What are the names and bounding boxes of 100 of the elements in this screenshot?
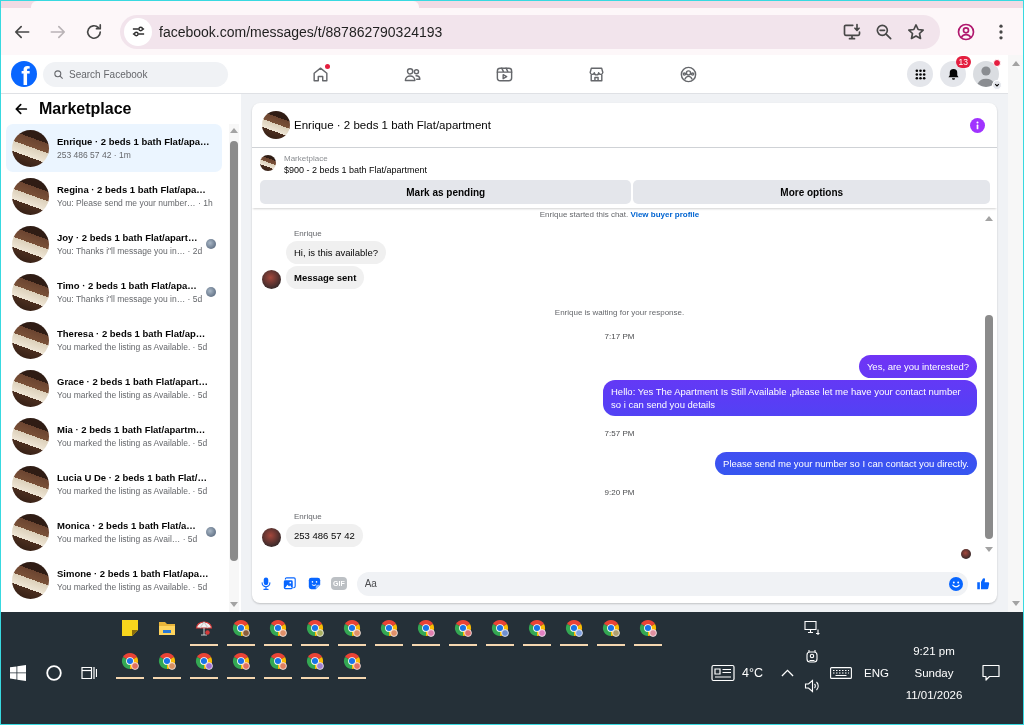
groups-icon[interactable] (678, 64, 698, 84)
scrollbar-thumb[interactable] (985, 315, 993, 539)
browser-icon[interactable] (231, 619, 250, 637)
clock-time[interactable]: 9:21 pm (913, 640, 955, 662)
browser-icon[interactable] (231, 652, 250, 670)
message-input[interactable]: Aa (356, 571, 968, 596)
listing-photo (12, 513, 49, 551)
message-preview: You: Thanks i"ll message you in… · 2d (57, 246, 204, 256)
folder-icon[interactable] (157, 619, 176, 637)
logo[interactable]: f (11, 61, 37, 87)
url-text: facebook.com/messages/t/887862790324193 (159, 23, 444, 40)
conversation-item[interactable]: Timo · 2 beds 1 bath Flat/apa… You: Thanks i"ll message you in… · 5d (6, 268, 222, 316)
conversation-item[interactable]: Enrique · 2 beds 1 bath Flat/apa… 253 486 57 42 · 1m (6, 124, 222, 172)
ring-icon[interactable] (46, 665, 62, 681)
profile-icon[interactable] (956, 21, 976, 42)
action-button[interactable]: More options (633, 180, 990, 204)
star-icon[interactable] (906, 21, 926, 42)
browser-icon[interactable] (379, 619, 398, 637)
video-icon[interactable] (494, 64, 514, 84)
weather-text[interactable]: 4°C (742, 666, 764, 680)
conversation-item[interactable]: Theresa · 2 beds 1 bath Flat/ap… You marked the listing as Available. · 5d (6, 316, 222, 364)
store-icon[interactable] (586, 64, 606, 84)
microphone-icon[interactable] (261, 577, 271, 590)
browser-icon[interactable] (342, 652, 361, 670)
conversation-item[interactable]: Simone · 2 beds 1 bath Flat/apa… You marked the listing as Available. · 5d (6, 556, 222, 604)
speaker-icon[interactable] (804, 678, 821, 694)
avatar[interactable] (262, 528, 281, 547)
start-icon[interactable] (10, 665, 26, 681)
browser-icon[interactable] (305, 619, 324, 637)
conversation-title: Regina · 2 beds 1 bath Flat/apa… (57, 184, 207, 195)
address-bar[interactable]: facebook.com/messages/t/887862790324193 (120, 14, 940, 49)
chevron-up-icon[interactable] (781, 669, 795, 677)
keyboard-icon[interactable] (830, 667, 853, 679)
message-preview: 253 486 57 42 · 1m (57, 150, 132, 160)
browser-icon[interactable] (601, 619, 620, 637)
news-icon[interactable] (711, 664, 736, 682)
browser-icon[interactable] (490, 619, 509, 637)
conversation-title: Joy · 2 beds 1 bath Flat/apart… (57, 232, 199, 243)
action-button[interactable]: Mark as pending (260, 180, 632, 204)
browser-icon[interactable] (453, 619, 472, 637)
view-profile-link[interactable]: View buyer profile (630, 210, 700, 219)
message-preview: You: Please send me your number… · 1h (57, 198, 214, 208)
read-receipt-icon (961, 549, 971, 559)
sticky-note-icon[interactable] (120, 619, 139, 637)
message-preview: You marked the listing as Available. · 5d (57, 390, 209, 400)
language-indicator[interactable]: ENG (864, 667, 889, 679)
clock-date[interactable]: 11/01/2026 (905, 684, 963, 706)
timestamp: 7:17 PM (604, 332, 635, 342)
task-view-icon[interactable] (81, 665, 97, 681)
listing-photo (12, 465, 49, 503)
browser-icon[interactable] (638, 619, 657, 637)
browser-icon[interactable] (416, 619, 435, 637)
apps-button[interactable] (907, 61, 933, 87)
browser-icon[interactable] (305, 652, 324, 670)
browser-icon[interactable] (194, 652, 213, 670)
listing-photo (12, 225, 49, 263)
monitor-download-icon[interactable] (842, 21, 862, 42)
listing-photo (262, 111, 290, 139)
monitor-icon[interactable] (804, 620, 821, 636)
conversation-title: Monica · 2 beds 1 bath Flat/a… (57, 520, 197, 531)
caret-icon[interactable] (992, 80, 1002, 90)
message-bubble: Yes, are you interested? (858, 355, 977, 378)
reload-icon[interactable] (84, 21, 104, 42)
notifications-button[interactable] (940, 61, 966, 87)
browser-icon[interactable] (527, 619, 546, 637)
clock-day[interactable]: Sunday (914, 662, 954, 684)
conversation-item[interactable]: Monica · 2 beds 1 bath Flat/a… You marked the listing as Avail… · 5d (6, 508, 222, 556)
listing-label: Marketplace (284, 154, 329, 164)
camera-icon[interactable] (804, 649, 821, 665)
browser-icon[interactable] (120, 652, 139, 670)
browser-icon[interactable] (157, 652, 176, 670)
sidebar-title: Marketplace (39, 100, 132, 118)
conversation-item[interactable]: Regina · 2 beds 1 bath Flat/apa… You: Please send me your number… · 1h (6, 172, 222, 220)
conversation-title: Enrique · 2 beds 1 bath Flat/apa… (57, 136, 211, 147)
listing-photo (12, 321, 49, 359)
browser-icon[interactable] (564, 619, 583, 637)
browser-icon[interactable] (268, 619, 287, 637)
listing-photo (260, 155, 276, 171)
avatar[interactable] (262, 270, 281, 289)
home-icon[interactable] (310, 64, 330, 84)
sticker-icon[interactable] (308, 577, 321, 590)
info-icon[interactable] (970, 117, 985, 133)
message-preview: You: Thanks i"ll message you in… · 5d (57, 294, 204, 304)
photo-icon[interactable] (283, 577, 296, 590)
speech-bubble-icon[interactable] (982, 664, 1000, 682)
search-field[interactable]: Search Facebook (43, 61, 228, 87)
browser-icon[interactable] (268, 652, 287, 670)
sender-name: Enrique (294, 229, 322, 239)
browser-icon[interactable] (342, 619, 361, 637)
back-icon[interactable] (13, 101, 29, 117)
scrollbar-thumb[interactable] (230, 141, 238, 561)
conversation-item[interactable]: Mia · 2 beds 1 bath Flat/apartm… You marked the listing as Available. · 5d (6, 412, 222, 460)
site-info-button[interactable] (124, 17, 152, 46)
thumbs-up-icon[interactable] (976, 576, 991, 591)
emoji-icon[interactable] (949, 576, 963, 591)
umbrella-icon[interactable] (194, 619, 213, 637)
conversation-item[interactable]: Grace · 2 beds 1 bath Flat/apart… You marked the listing as Available. · 5d (6, 364, 222, 412)
notification-badge: 13 (955, 56, 971, 68)
conversation-item[interactable]: Lucia U De · 2 beds 1 bath Flat/… You marked the listing as Available. · 5d (6, 460, 222, 508)
conversation-item[interactable]: Joy · 2 beds 1 bath Flat/apart… You: Thanks i"ll message you in… · 2d (6, 220, 222, 268)
